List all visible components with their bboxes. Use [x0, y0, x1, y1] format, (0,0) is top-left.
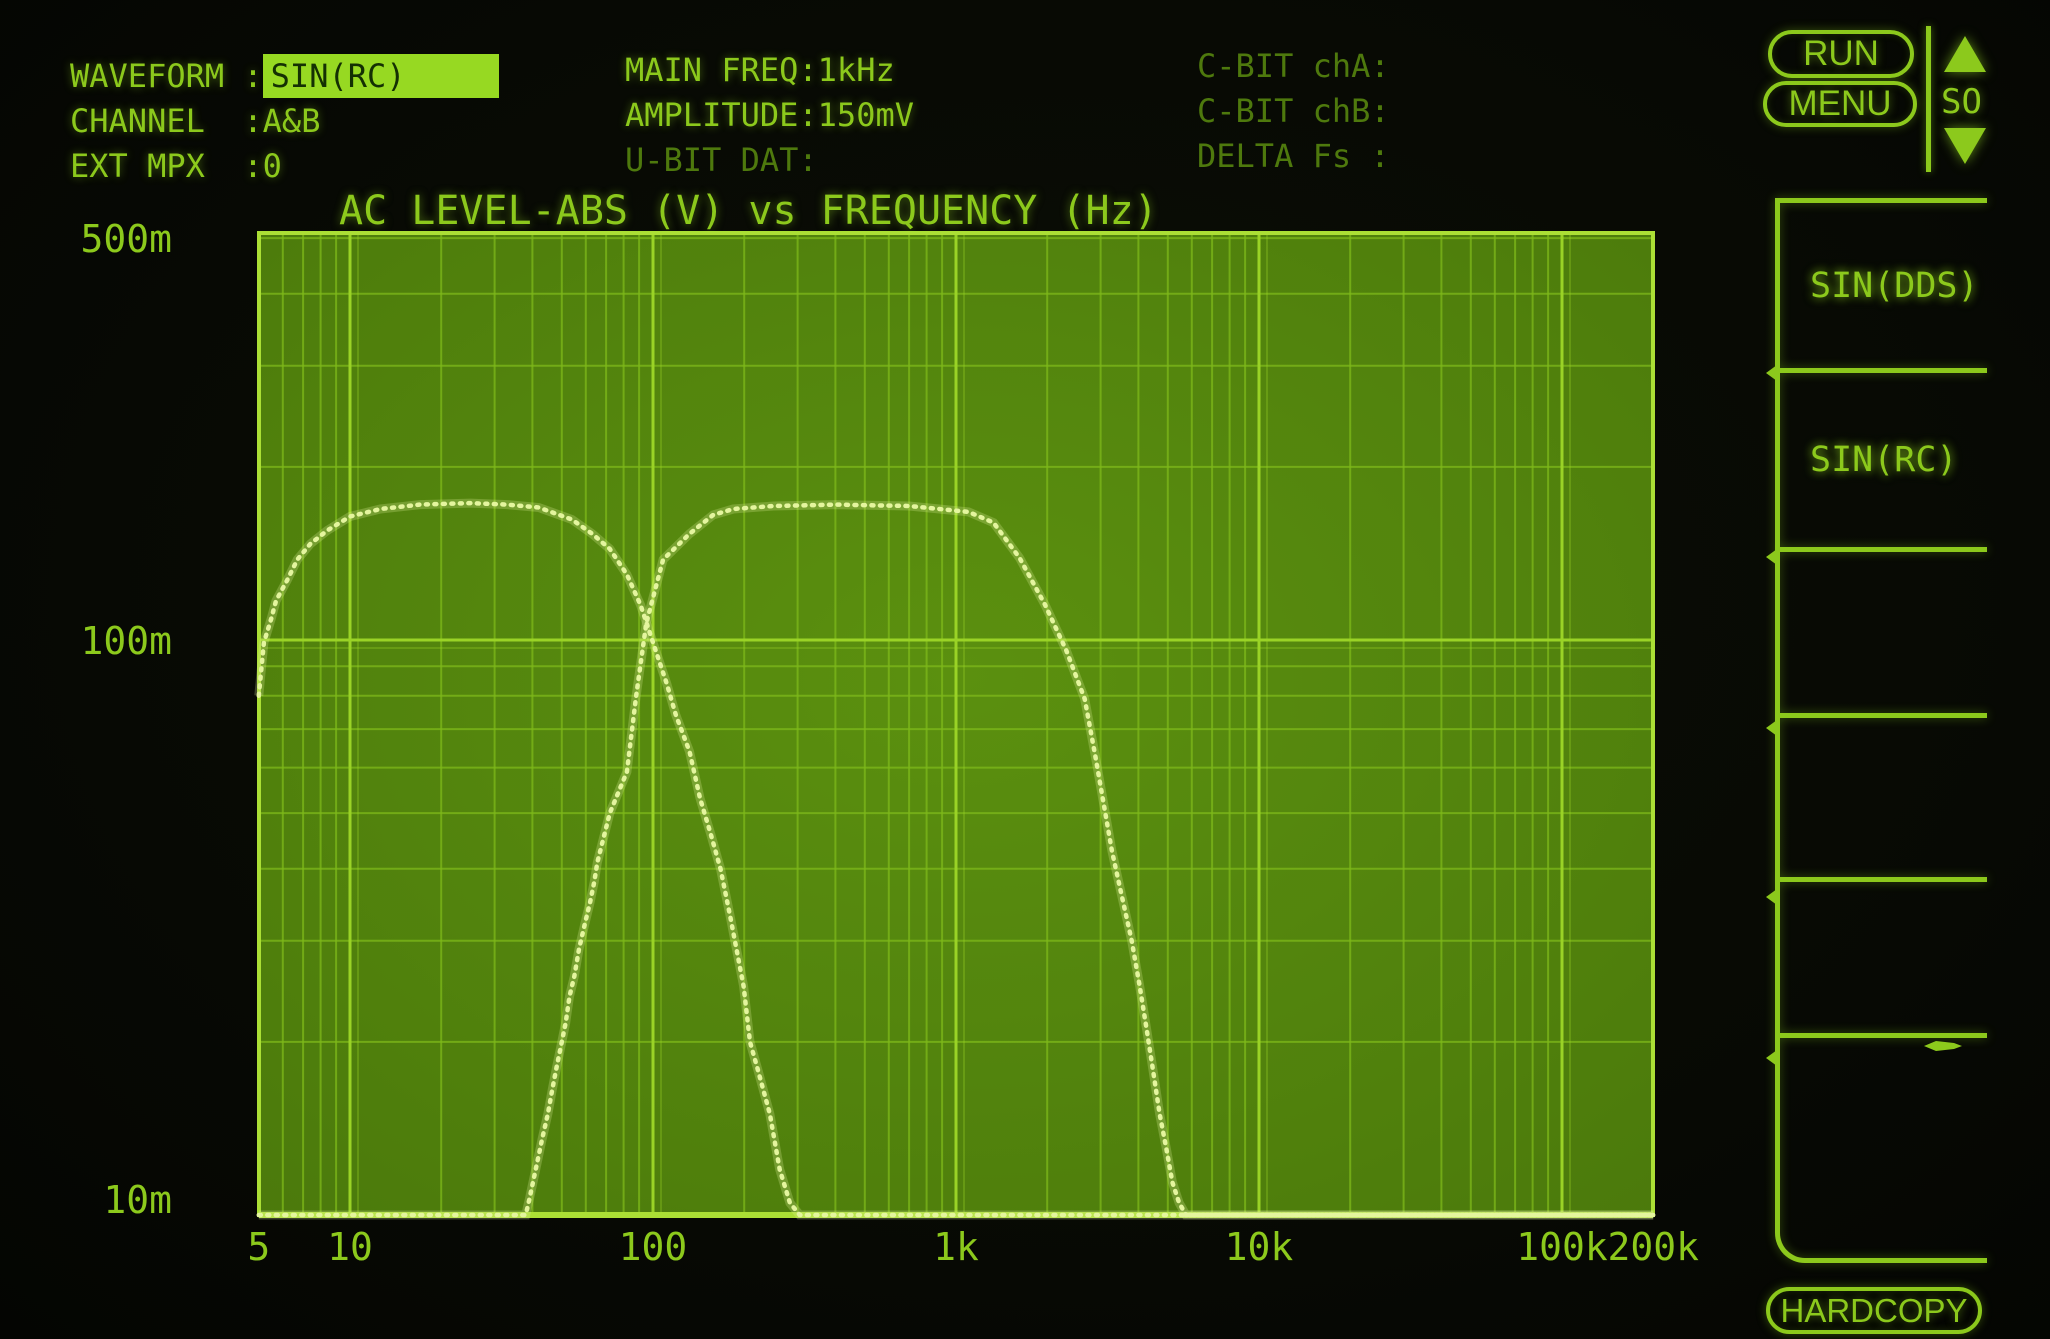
x-tick-label: 10 [327, 1225, 373, 1269]
frequency-response-chart: 5 10 100 1k 10k 100k 200k 500m 100m 10m [80, 217, 1699, 1269]
softkey-divider-notch-icon [1766, 1050, 1777, 1066]
softkey-divider-notch-icon [1766, 889, 1777, 905]
y-tick-labels: 500m 100m 10m [80, 217, 172, 1222]
scroll-up-icon[interactable] [1944, 36, 1986, 72]
scroll-label: SO [1941, 82, 1982, 122]
x-tick-label: 200k [1607, 1225, 1699, 1269]
hardcopy-button[interactable]: HARDCOPY [1766, 1287, 1982, 1334]
softkey-divider-notch-icon [1766, 549, 1777, 565]
scroll-separator-line [1926, 26, 1931, 172]
x-tick-label: 100k [1516, 1225, 1608, 1269]
softkey-menu: SIN(DDS) SIN(RC) [1775, 198, 1987, 1263]
softkey-empty-6[interactable] [1780, 1033, 1987, 1228]
softkey-sin-dds[interactable]: SIN(DDS) [1780, 203, 1987, 368]
softkey-empty-5[interactable] [1780, 877, 1987, 1033]
cursor-mark-icon [1924, 1041, 1962, 1051]
scroll-down-icon[interactable] [1944, 128, 1986, 164]
x-tick-labels: 5 10 100 1k 10k 100k 200k [247, 1225, 1699, 1269]
analyzer-screen: WAVEFORM : SIN(RC) CHANNEL :A&B EXT MPX :0 … [0, 0, 2050, 1339]
x-tick-label: 5 [247, 1225, 270, 1269]
menu-button[interactable]: MENU [1763, 81, 1917, 127]
x-tick-label: 1k [933, 1225, 979, 1269]
softkey-sin-rc[interactable]: SIN(RC) [1780, 368, 1987, 547]
y-tick-label: 500m [80, 217, 172, 261]
softkey-label: SIN(DDS) [1810, 265, 1979, 306]
x-tick-label: 10k [1225, 1225, 1294, 1269]
softkey-empty-4[interactable] [1780, 713, 1987, 877]
y-tick-label: 100m [80, 619, 172, 663]
softkey-divider-notch-icon [1766, 720, 1777, 736]
softkey-divider-notch-icon [1766, 365, 1777, 381]
y-tick-label: 10m [103, 1178, 172, 1222]
softkey-empty-3[interactable] [1780, 547, 1987, 713]
softkey-label: SIN(RC) [1810, 440, 1958, 480]
x-tick-label: 100 [619, 1225, 688, 1269]
run-button[interactable]: RUN [1768, 30, 1914, 78]
